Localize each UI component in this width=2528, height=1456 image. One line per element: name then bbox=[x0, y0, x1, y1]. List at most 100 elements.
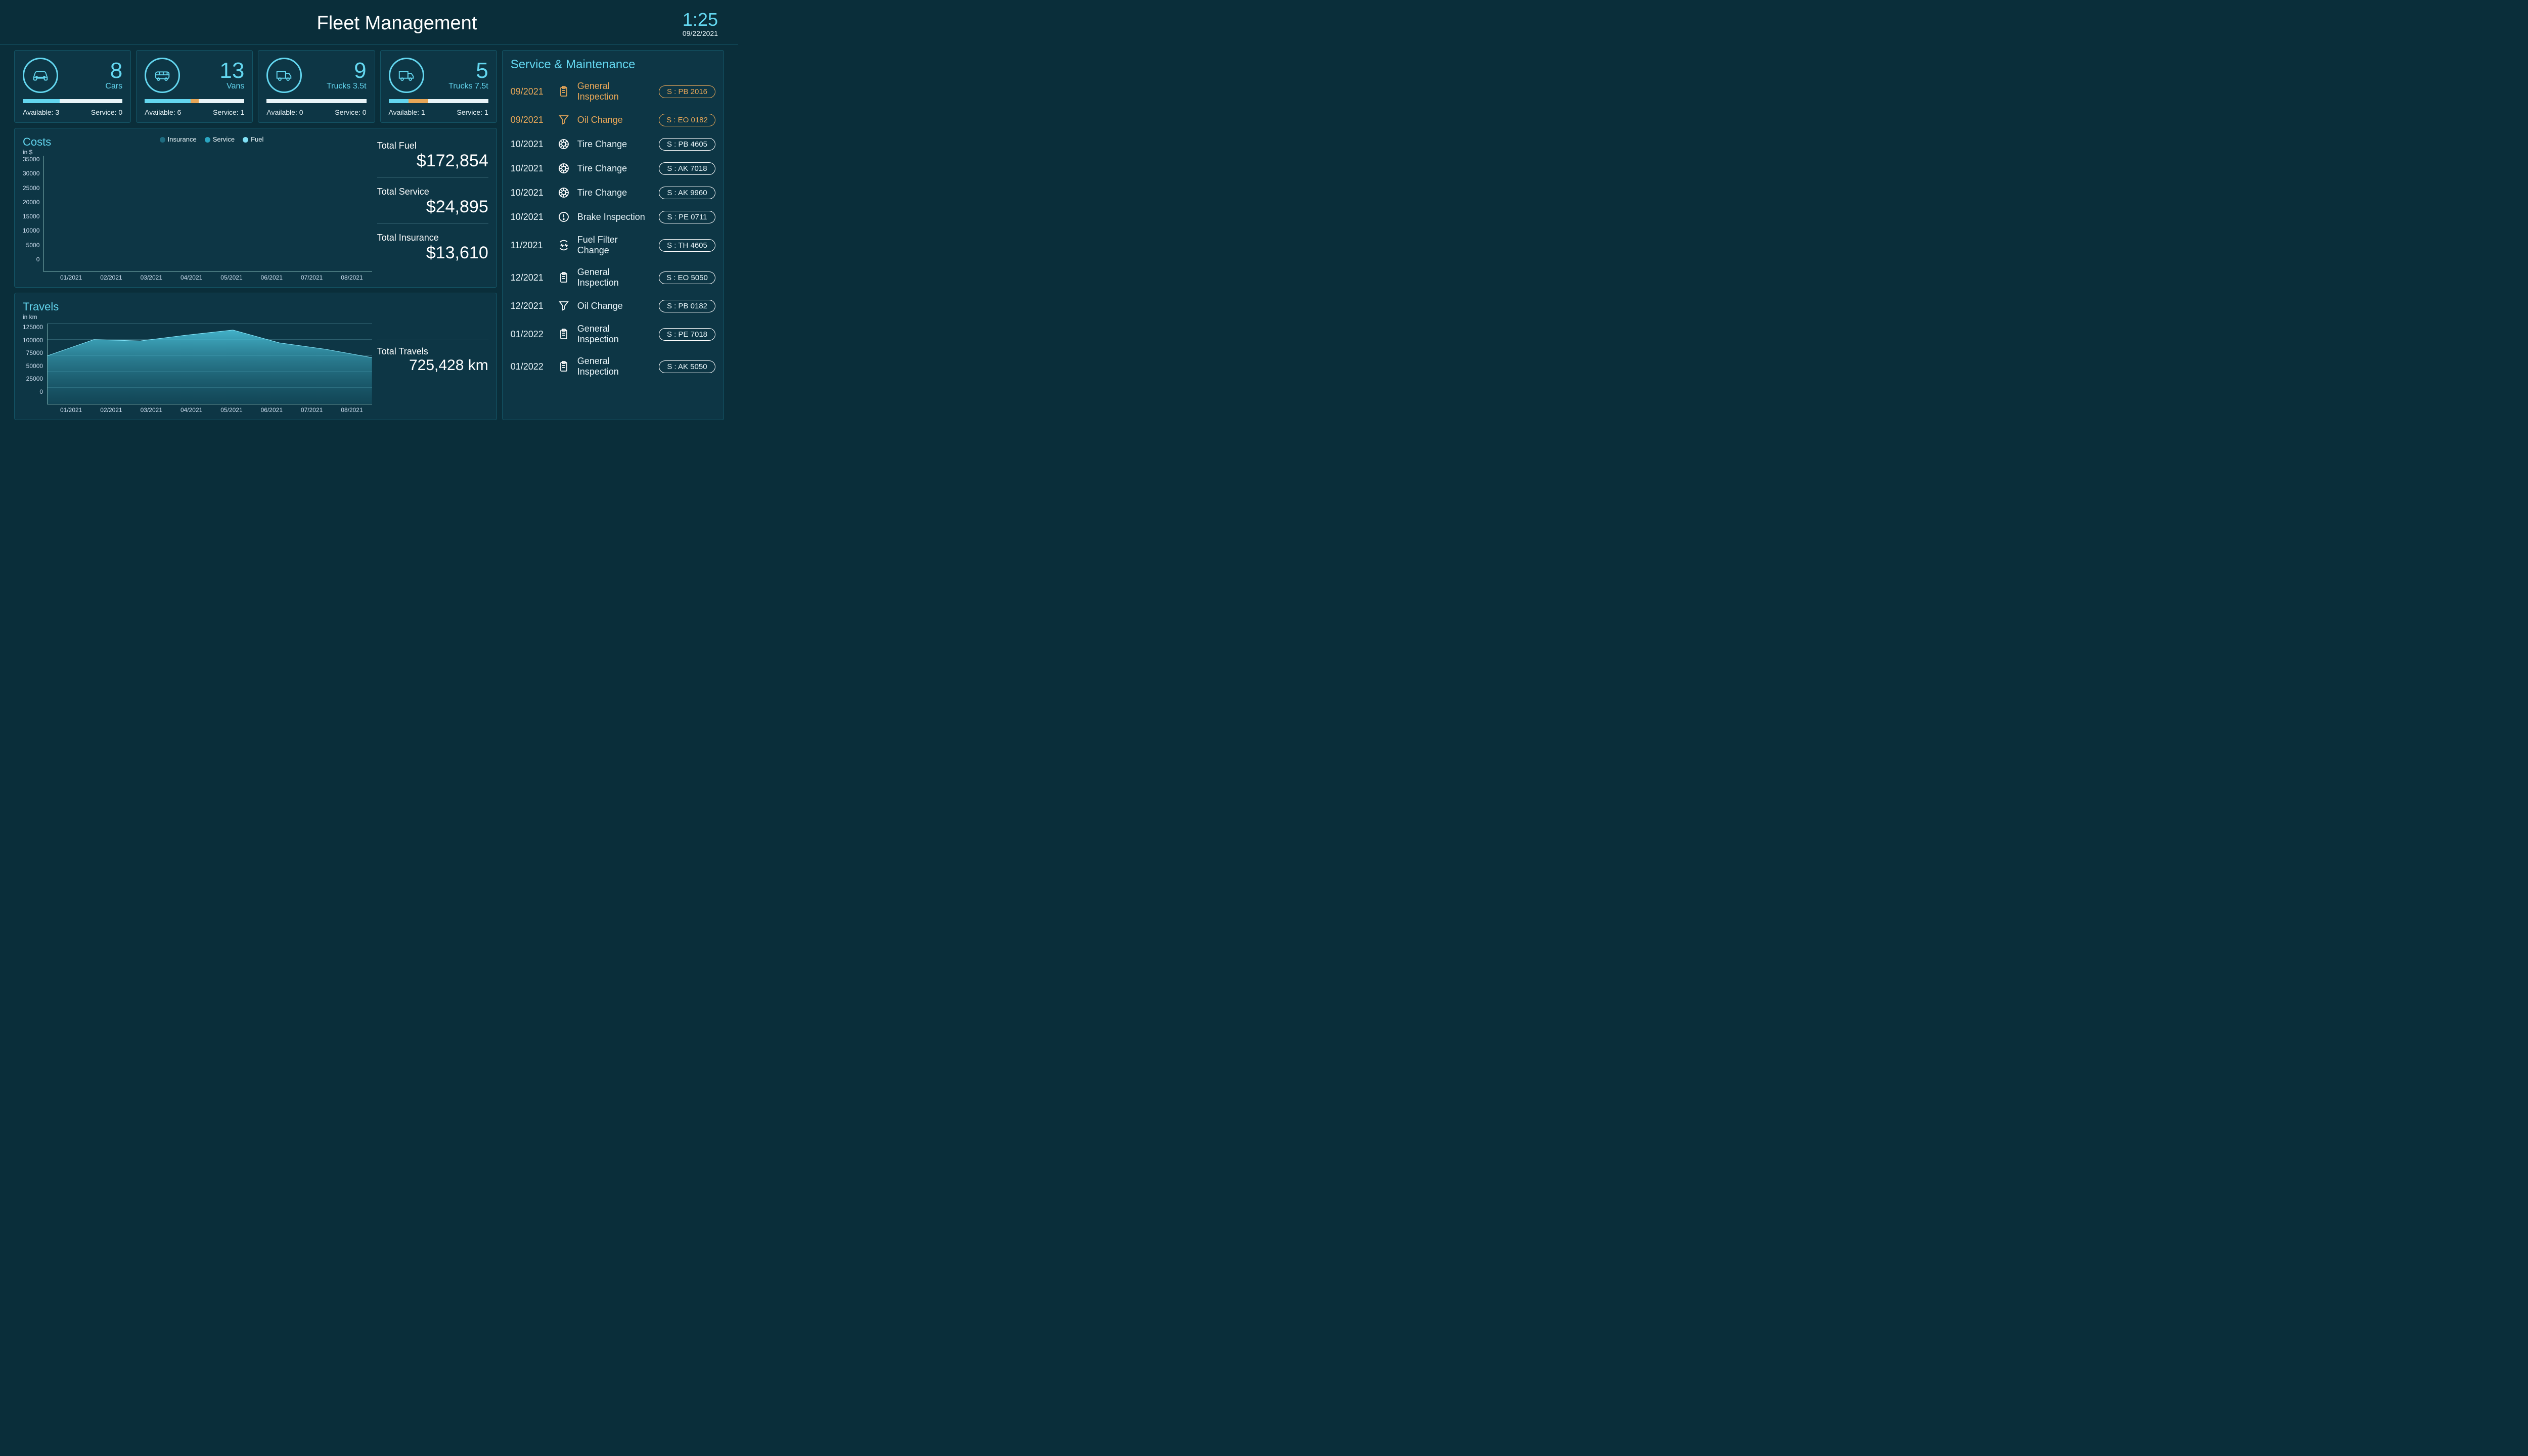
service-title: Service & Maintenance bbox=[511, 58, 715, 72]
service-label: Brake Inspection bbox=[577, 212, 652, 222]
service-label: General Inspection bbox=[577, 81, 652, 102]
fleet-card-trucks-large[interactable]: 5 Trucks 7.5t Available: 1 Service: 1 bbox=[380, 50, 497, 123]
vehicle-badge[interactable]: S : EO 0182 bbox=[659, 114, 715, 126]
travels-chart: 1250001000007500050000250000 bbox=[23, 324, 372, 404]
legend-insurance: Insurance bbox=[160, 135, 197, 143]
fleet-count: 9 bbox=[310, 60, 366, 82]
service-label: Oil Change bbox=[577, 115, 652, 125]
service-label: Tire Change bbox=[577, 188, 652, 198]
vehicle-badge[interactable]: S : PE 0711 bbox=[659, 211, 715, 223]
clipboard-icon bbox=[557, 271, 570, 284]
service-row[interactable]: 10/2021 Tire Change S : AK 7018 bbox=[511, 162, 715, 175]
service-row[interactable]: 10/2021 Tire Change S : PB 4605 bbox=[511, 138, 715, 151]
total-travels-label: Total Travels bbox=[377, 346, 488, 357]
costs-legend: Insurance Service Fuel bbox=[51, 135, 372, 143]
fleet-label: Cars bbox=[66, 82, 122, 91]
total-fuel-value: $172,854 bbox=[377, 151, 488, 171]
vehicle-badge[interactable]: S : EO 5050 bbox=[659, 271, 715, 284]
vehicle-badge[interactable]: S : PE 7018 bbox=[659, 328, 715, 341]
service-date: 10/2021 bbox=[511, 139, 550, 150]
service-date: 09/2021 bbox=[511, 115, 550, 125]
vehicle-badge[interactable]: S : AK 7018 bbox=[659, 162, 715, 175]
clipboard-icon bbox=[557, 85, 570, 98]
service-row[interactable]: 01/2022General InspectionS : AK 5050 bbox=[511, 356, 715, 377]
fleet-count: 8 bbox=[66, 60, 122, 82]
clock: 1:25 09/22/2021 bbox=[683, 9, 718, 37]
fleet-card-cars[interactable]: 8 Cars Available: 3 Service: 0 bbox=[14, 50, 131, 123]
clipboard-icon bbox=[557, 328, 570, 341]
service-label: General Inspection bbox=[577, 324, 652, 345]
service-row[interactable]: 11/2021 Fuel Filter Change S : TH 4605 bbox=[511, 235, 715, 256]
travels-totals: Total Travels 725,428 km bbox=[377, 300, 488, 414]
fleet-card-trucks-small[interactable]: 9 Trucks 3.5t Available: 0 Service: 0 bbox=[258, 50, 375, 123]
total-travels-value: 725,428 km bbox=[377, 357, 488, 374]
service-list: 09/2021General InspectionS : PB 201609/2… bbox=[511, 81, 715, 377]
truck-icon bbox=[266, 58, 302, 93]
fleet-card-vans[interactable]: 13 Vans Available: 6 Service: 1 bbox=[136, 50, 253, 123]
service-row[interactable]: 10/2021 Brake Inspection S : PE 0711 bbox=[511, 210, 715, 223]
service-date: 10/2021 bbox=[511, 212, 550, 222]
funnel-icon bbox=[557, 299, 570, 312]
vehicle-badge[interactable]: S : AK 9960 bbox=[659, 187, 715, 199]
service-label: General Inspection bbox=[577, 356, 652, 377]
truck-icon bbox=[389, 58, 424, 93]
travels-subtitle: in km bbox=[23, 313, 372, 321]
total-insurance-label: Total Insurance bbox=[377, 233, 488, 243]
service-row[interactable]: 10/2021Tire ChangeS : AK 9960 bbox=[511, 186, 715, 199]
service-date: 10/2021 bbox=[511, 163, 550, 174]
fleet-label: Trucks 3.5t bbox=[310, 82, 366, 91]
service-date: 09/2021 bbox=[511, 86, 550, 97]
header: Fleet Management 1:25 09/22/2021 bbox=[0, 0, 738, 45]
legend-fuel: Fuel bbox=[243, 135, 263, 143]
costs-panel: Costs in $ Insurance Service Fuel 350003… bbox=[14, 128, 497, 288]
service-label: Tire Change bbox=[577, 163, 652, 174]
availability-bar bbox=[389, 99, 488, 103]
tire-icon bbox=[557, 186, 570, 199]
brake-icon bbox=[557, 210, 570, 223]
total-insurance-value: $13,610 bbox=[377, 243, 488, 263]
costs-chart: 35000300002500020000150001000050000 bbox=[23, 156, 372, 272]
clipboard-icon bbox=[557, 360, 570, 373]
availability-bar bbox=[145, 99, 244, 103]
costs-subtitle: in $ bbox=[23, 149, 51, 156]
service-date: 01/2022 bbox=[511, 329, 550, 340]
travels-panel: Travels in km 12500010000075000500002500… bbox=[14, 293, 497, 420]
van-icon bbox=[145, 58, 180, 93]
service-row[interactable]: 12/2021Oil ChangeS : PB 0182 bbox=[511, 299, 715, 312]
legend-service: Service bbox=[205, 135, 235, 143]
vehicle-badge[interactable]: S : PB 2016 bbox=[659, 85, 715, 98]
service-row[interactable]: 12/2021 General Inspection S : EO 5050 bbox=[511, 267, 715, 288]
costs-totals: Total Fuel $172,854 Total Service $24,89… bbox=[377, 135, 488, 281]
service-row[interactable]: 09/2021 General Inspection S : PB 2016 bbox=[511, 81, 715, 102]
vehicle-badge[interactable]: S : PB 4605 bbox=[659, 138, 715, 151]
service-date: 12/2021 bbox=[511, 301, 550, 311]
service-row[interactable]: 09/2021 Oil Change S : EO 0182 bbox=[511, 113, 715, 126]
total-fuel-label: Total Fuel bbox=[377, 141, 488, 151]
availability-bar bbox=[266, 99, 366, 103]
total-service-value: $24,895 bbox=[377, 197, 488, 217]
fleet-label: Vans bbox=[188, 82, 244, 91]
page-title: Fleet Management bbox=[317, 13, 477, 34]
costs-title: Costs bbox=[23, 135, 51, 149]
service-date: 11/2021 bbox=[511, 240, 550, 251]
availability-bar bbox=[23, 99, 122, 103]
vehicle-badge[interactable]: S : TH 4605 bbox=[659, 239, 715, 252]
service-label: Service: 1 bbox=[457, 108, 488, 116]
service-label: Fuel Filter Change bbox=[577, 235, 652, 256]
vehicle-badge[interactable]: S : AK 5050 bbox=[659, 360, 715, 373]
service-row[interactable]: 01/2022 General Inspection S : PE 7018 bbox=[511, 324, 715, 345]
available-label: Available: 1 bbox=[389, 108, 425, 116]
funnel-icon bbox=[557, 113, 570, 126]
service-label: Service: 0 bbox=[91, 108, 122, 116]
service-label: General Inspection bbox=[577, 267, 652, 288]
service-date: 12/2021 bbox=[511, 272, 550, 283]
service-label: Tire Change bbox=[577, 139, 652, 150]
tire-icon bbox=[557, 138, 570, 151]
clock-time: 1:25 bbox=[683, 9, 718, 30]
tire-icon bbox=[557, 162, 570, 175]
vehicle-badge[interactable]: S : PB 0182 bbox=[659, 300, 715, 312]
car-icon bbox=[23, 58, 58, 93]
fleet-count: 5 bbox=[432, 60, 488, 82]
available-label: Available: 3 bbox=[23, 108, 59, 116]
clock-date: 09/22/2021 bbox=[683, 29, 718, 37]
